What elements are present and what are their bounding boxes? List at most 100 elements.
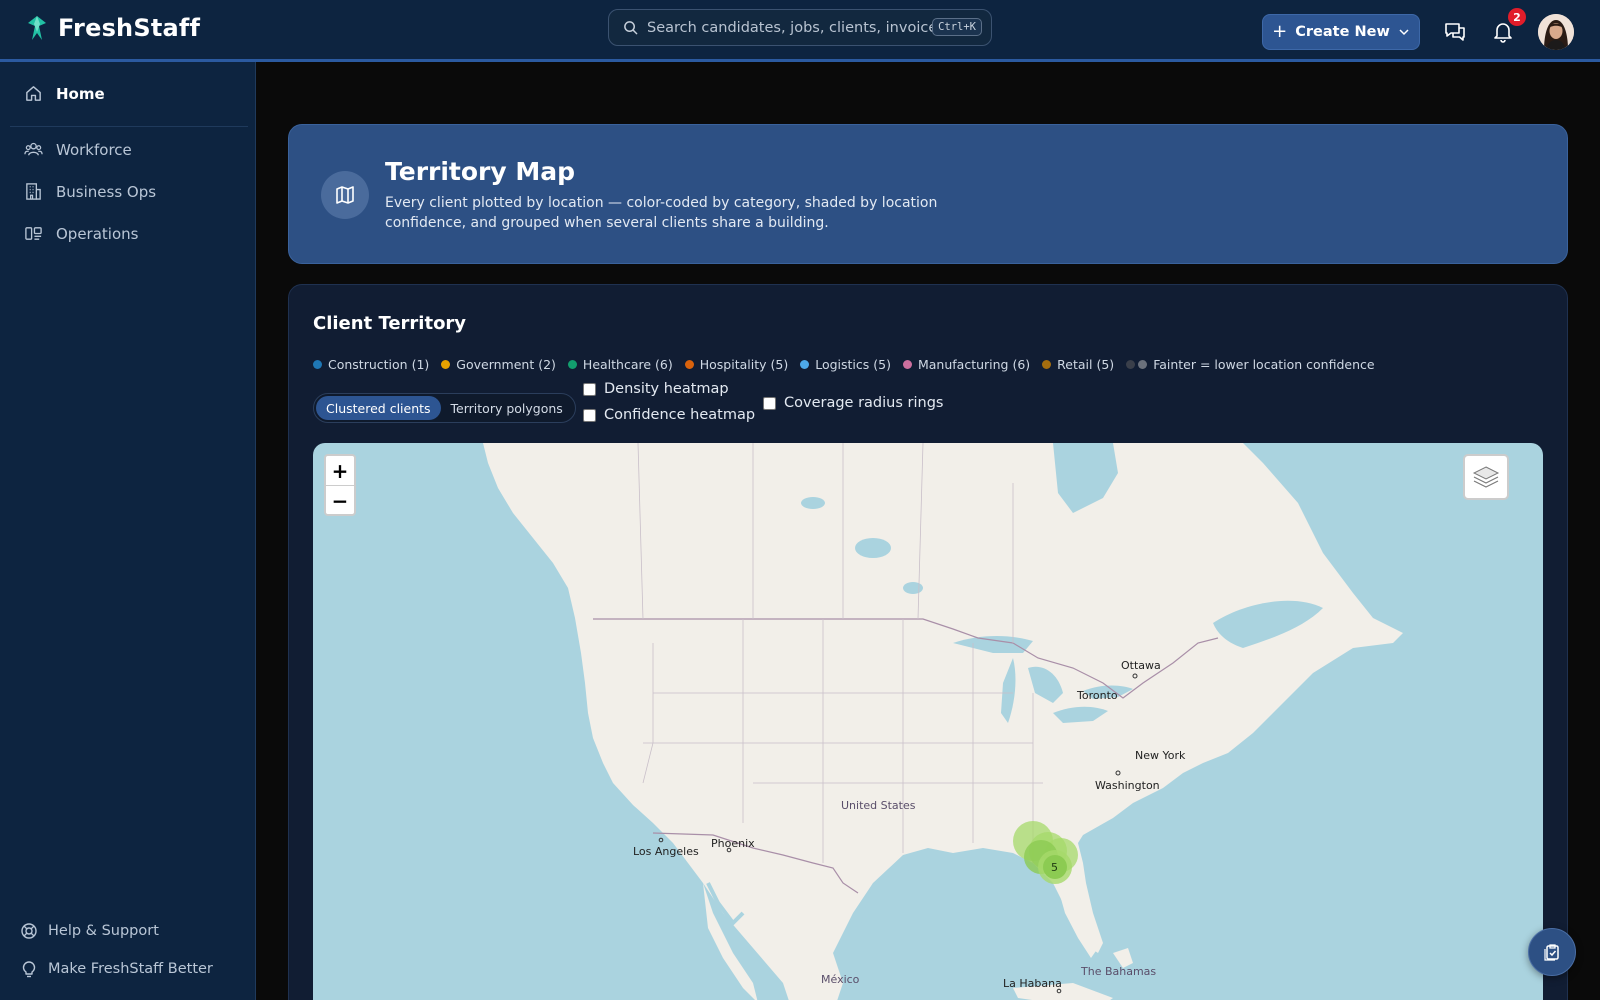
category-legend: Construction (1) Government (2) Healthca… (313, 357, 1375, 372)
operations-icon (25, 227, 42, 240)
map-label-mexico: México (821, 973, 860, 986)
legend-dot (313, 360, 322, 369)
legend-dot (800, 360, 810, 369)
map-label-ottawa: Ottawa (1121, 659, 1161, 672)
legend-dot (567, 360, 577, 369)
avatar-image (1538, 14, 1574, 50)
floating-clipboard-button[interactable] (1528, 928, 1576, 976)
confidence-heatmap-checkbox[interactable] (583, 408, 596, 422)
brand-logo-icon (28, 16, 46, 40)
map-label-new-york: New York (1135, 749, 1186, 762)
client-territory-card: Client Territory Construction (1) Govern… (288, 284, 1568, 1000)
legend-dot (441, 360, 451, 369)
coverage-rings-toggle[interactable]: Coverage radius rings (763, 395, 943, 411)
sidebar-item-label: Business Ops (56, 182, 157, 201)
map-label-la-habana: La Habana (1003, 977, 1062, 990)
legend-item: Healthcare (6) (567, 357, 673, 372)
page-title: Territory Map (385, 157, 576, 186)
map-label-phoenix: Phoenix (711, 837, 755, 850)
legend-label: Hospitality (5) (699, 357, 789, 372)
legend-dot (902, 360, 912, 369)
legend-label: Government (2) (456, 357, 556, 372)
layers-icon (1472, 466, 1500, 488)
card-title: Client Territory (313, 313, 467, 334)
map-label-bahamas: The Bahamas (1081, 965, 1157, 978)
view-mode-toggle: Clustered clients Territory polygons (313, 393, 576, 423)
bell-icon (1494, 23, 1512, 43)
help-support-label: Help & Support (48, 923, 159, 939)
lightbulb-icon (22, 961, 36, 978)
legend-label: Construction (1) (328, 357, 430, 372)
users-icon (24, 142, 43, 156)
legend-label: Healthcare (6) (582, 357, 673, 372)
building-icon (26, 183, 41, 200)
layers-control-button[interactable] (1463, 454, 1509, 500)
feedback-link[interactable]: Make FreshStaff Better (20, 960, 213, 978)
density-heatmap-toggle[interactable]: Density heatmap (583, 381, 729, 397)
page-subtitle: Every client plotted by location — color… (385, 195, 938, 231)
page-header-card: Territory Map Every client plotted by lo… (288, 124, 1568, 264)
legend-label: Logistics (5) (815, 357, 891, 372)
confidence-heatmap-toggle[interactable]: Confidence heatmap (583, 407, 755, 423)
map-icon (336, 186, 354, 204)
legend-dot (1042, 360, 1052, 369)
view-mode-polygons[interactable]: Territory polygons (441, 396, 573, 420)
coverage-rings-label: Coverage radius rings (784, 395, 944, 411)
zoom-in-button[interactable]: + (326, 456, 354, 485)
search-input[interactable] (647, 19, 937, 36)
search-icon (624, 21, 638, 35)
map-label-toronto: Toronto (1077, 689, 1118, 702)
cluster-count-label: 5 (1051, 861, 1058, 874)
sidebar-item-home[interactable]: Home (24, 84, 105, 103)
view-mode-clustered[interactable]: Clustered clients (316, 396, 441, 420)
brand-name: FreshStaff (58, 14, 201, 42)
sidebar-item-label: Home (56, 84, 105, 103)
sidebar: Home Workforce Business Ops Operations H… (0, 62, 256, 1000)
legend-item: Government (2) (441, 357, 556, 372)
home-icon (26, 86, 41, 101)
brand[interactable]: FreshStaff (26, 14, 200, 42)
confidence-heatmap-label: Confidence heatmap (604, 407, 756, 423)
notification-badge: 2 (1508, 8, 1526, 26)
zoom-out-button[interactable]: − (326, 486, 354, 515)
sidebar-item-operations[interactable]: Operations (24, 224, 138, 243)
zoom-control: + − (324, 454, 356, 516)
help-support-link[interactable]: Help & Support (20, 922, 159, 940)
sidebar-item-label: Workforce (56, 140, 132, 159)
sidebar-item-business-ops[interactable]: Business Ops (24, 182, 156, 201)
territory-map[interactable]: Ottawa Toronto New York Washington Unite… (313, 443, 1543, 1000)
sidebar-item-label: Operations (56, 224, 139, 243)
legend-item: Hospitality (5) (684, 357, 789, 372)
legend-item: Retail (5) (1042, 357, 1114, 372)
avatar[interactable] (1538, 14, 1574, 50)
legend-confidence-note: Fainter = lower location confidence (1126, 357, 1375, 372)
density-heatmap-checkbox[interactable] (583, 382, 596, 396)
hero-icon-wrap (321, 171, 369, 219)
sidebar-divider (10, 126, 248, 127)
map-label-united-states: United States (841, 799, 916, 812)
legend-dot (684, 360, 694, 369)
legend-label: Manufacturing (6) (917, 357, 1031, 372)
create-new-label: Create New (1295, 24, 1390, 40)
map-label-los-angeles: Los Angeles (633, 845, 699, 858)
feedback-label: Make FreshStaff Better (48, 961, 213, 977)
legend-note-label: Fainter = lower location confidence (1153, 357, 1375, 372)
legend-item: Logistics (5) (800, 357, 891, 372)
plus-icon: + (1272, 21, 1288, 42)
messages-button[interactable] (1440, 17, 1470, 47)
chat-icon (1445, 23, 1465, 41)
clipboard-check-icon (1544, 944, 1559, 961)
legend-item: Construction (1) (313, 357, 429, 372)
density-heatmap-label: Density heatmap (604, 381, 729, 397)
sidebar-item-workforce[interactable]: Workforce (24, 140, 132, 159)
create-new-button[interactable]: + Create New (1262, 14, 1420, 50)
search-shortcut-hint: Ctrl+K (932, 18, 982, 36)
global-search[interactable]: Ctrl+K (608, 9, 992, 46)
legend-item: Manufacturing (6) (902, 357, 1031, 372)
confidence-dots (1126, 360, 1148, 369)
lifebuoy-icon (21, 923, 37, 939)
legend-label: Retail (5) (1057, 357, 1115, 372)
top-bar: FreshStaff Ctrl+K + Create New 2 (0, 0, 1600, 62)
map-base-layer (483, 443, 1403, 1000)
coverage-rings-checkbox[interactable] (763, 396, 776, 410)
